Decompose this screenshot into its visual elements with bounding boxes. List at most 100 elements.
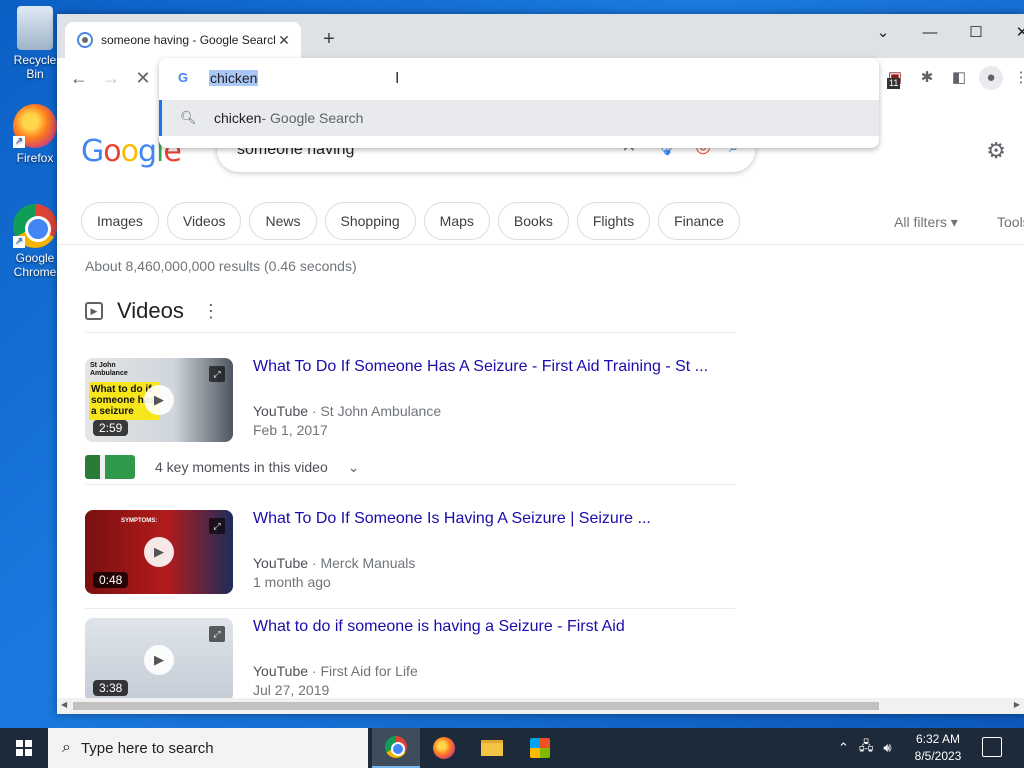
logo-letter: G <box>81 134 104 169</box>
settings-gear-icon[interactable]: ⚙ <box>986 138 1006 164</box>
shortcut-arrow-icon: ↗ <box>13 236 25 248</box>
extension-badge-count: 11 <box>887 78 901 89</box>
tab-google-search[interactable]: someone having - Google Search ✕ <box>65 22 301 58</box>
google-results-page: Google someone having ✕ 🎙︎ ◎ ⌕ ⚙ Images … <box>57 98 1024 702</box>
close-window-button[interactable]: ✕ <box>999 18 1024 48</box>
folder-icon <box>481 740 503 756</box>
minimize-button[interactable]: — <box>907 18 953 48</box>
side-panel-icon[interactable]: ◧ <box>947 66 971 90</box>
play-icon: ▶ <box>144 645 174 675</box>
profile-avatar-icon[interactable]: ● <box>979 66 1003 90</box>
key-moments-thumbnails <box>85 455 135 479</box>
menu-kebab-icon[interactable]: ⋮ <box>1009 66 1024 90</box>
tab-title: someone having - Google Search <box>101 33 275 47</box>
chip-shopping[interactable]: Shopping <box>324 202 416 240</box>
loading-favicon-icon <box>77 32 93 48</box>
volume-icon[interactable]: 🔊︎ <box>883 740 891 756</box>
expand-icon: ⤢ <box>209 626 225 642</box>
network-icon[interactable]: 🖧︎ <box>859 737 874 759</box>
taskbar-file-explorer[interactable] <box>468 728 516 768</box>
dropdown-arrow-icon: ▾ <box>950 214 958 230</box>
taskbar-chrome[interactable] <box>372 728 420 768</box>
start-button[interactable] <box>0 728 48 768</box>
extensions-puzzle-icon[interactable]: ✱ <box>915 66 939 90</box>
thumbnail-brand: St John Ambulance <box>90 362 128 377</box>
video-result: SYMPTOMS: ▶ ⤢ 0:48 What To Do If Someone… <box>85 510 735 594</box>
video-date: Jul 27, 2019 <box>253 682 330 698</box>
video-title-link[interactable]: What to do if someone is having a Seizur… <box>253 618 625 636</box>
video-site: YouTube <box>253 663 309 679</box>
expand-icon: ⤢ <box>209 518 225 534</box>
video-duration: 0:48 <box>93 572 129 588</box>
video-channel: Merck Manuals <box>320 555 416 571</box>
shortcut-arrow-icon: ↗ <box>13 136 25 148</box>
scrollbar-thumb[interactable] <box>73 702 879 710</box>
horizontal-scrollbar[interactable]: ◀ ▶ <box>57 698 1024 714</box>
system-tray: ⌃ 🖧︎ 🔊︎ <box>838 728 892 768</box>
clock-date: 8/5/2023 <box>914 749 962 763</box>
all-filters-button[interactable]: All filters ▾ <box>894 214 958 231</box>
text-cursor-icon: I <box>395 70 400 87</box>
tab-search-button[interactable]: ⌄ <box>860 18 906 48</box>
chip-images[interactable]: Images <box>81 202 159 240</box>
address-input[interactable]: chicken <box>209 70 259 86</box>
taskbar-search-box[interactable]: ⌕ Type here to search <box>48 728 368 768</box>
stop-loading-button[interactable]: ✕ <box>131 66 155 90</box>
back-button[interactable]: ← <box>67 66 91 90</box>
video-play-icon: ▶ <box>85 302 103 320</box>
chrome-icon <box>385 736 407 758</box>
address-bar[interactable]: G chicken I <box>159 58 879 98</box>
tools-button[interactable]: Tools <box>997 214 1024 230</box>
new-tab-button[interactable]: + <box>317 28 341 52</box>
firefox-icon: ↗ <box>13 104 57 148</box>
result-divider <box>85 484 735 485</box>
google-g-icon: G <box>177 70 189 85</box>
windows-logo-icon <box>16 740 32 756</box>
chevron-down-icon: ⌄ <box>347 458 360 475</box>
chip-flights[interactable]: Flights <box>576 202 651 240</box>
search-icon: ⌕ <box>62 739 71 756</box>
logo-letter: o <box>103 134 121 169</box>
more-options-icon[interactable]: ⋮ <box>202 301 220 322</box>
video-result: ▶ ⤢ 3:38 What to do if someone is having… <box>85 618 735 702</box>
video-thumbnail[interactable]: St John Ambulance What to do if someone … <box>85 358 233 442</box>
maximize-button[interactable]: ☐ <box>953 18 999 48</box>
chip-news[interactable]: News <box>249 202 317 240</box>
omnibox-dropdown: G chicken I 🔍︎ chicken - Google Search <box>159 58 879 148</box>
chip-finance[interactable]: Finance <box>658 202 740 240</box>
extension-badge-icon[interactable]: 11▣ <box>883 66 907 90</box>
suggestion-query: chicken <box>214 110 262 126</box>
video-thumbnail[interactable]: SYMPTOMS: ▶ ⤢ 0:48 <box>85 510 233 594</box>
taskbar-clock[interactable]: 6:32 AM 8/5/2023 <box>908 731 968 765</box>
video-channel: St John Ambulance <box>320 403 442 419</box>
video-title-link[interactable]: What To Do If Someone Is Having A Seizur… <box>253 510 651 528</box>
video-thumbnail[interactable]: ▶ ⤢ 3:38 <box>85 618 233 702</box>
tab-strip: someone having - Google Search ✕ + ⌄ — ☐… <box>57 14 1024 58</box>
chip-videos[interactable]: Videos <box>166 202 242 240</box>
scroll-right-icon[interactable]: ▶ <box>1014 700 1020 709</box>
taskbar-store[interactable] <box>516 728 564 768</box>
chrome-window: someone having - Google Search ✕ + ⌄ — ☐… <box>57 14 1024 714</box>
video-date: Feb 1, 2017 <box>253 422 328 438</box>
omnibox-suggestion[interactable]: 🔍︎ chicken - Google Search <box>159 100 879 136</box>
videos-heading: Videos <box>117 298 184 323</box>
video-duration: 2:59 <box>93 420 129 436</box>
thumbnail-caption: SYMPTOMS: <box>121 518 158 524</box>
store-icon <box>530 738 550 758</box>
close-tab-icon[interactable]: ✕ <box>275 31 293 49</box>
video-duration: 3:38 <box>93 680 129 696</box>
forward-button[interactable]: → <box>99 66 123 90</box>
video-title-link[interactable]: What To Do If Someone Has A Seizure - Fi… <box>253 358 708 376</box>
taskbar-firefox[interactable] <box>420 728 468 768</box>
chevron-up-icon[interactable]: ⌃ <box>838 740 849 756</box>
scroll-left-icon[interactable]: ◀ <box>61 700 67 709</box>
all-filters-label: All filters <box>894 214 947 230</box>
chip-maps[interactable]: Maps <box>423 202 490 240</box>
video-result: St John Ambulance What to do if someone … <box>85 358 735 442</box>
firefox-icon <box>433 737 455 759</box>
result-divider <box>85 608 735 609</box>
chip-books[interactable]: Books <box>497 202 569 240</box>
key-moments-toggle[interactable]: 4 key moments in this video ⌄ <box>85 455 359 479</box>
notification-center-icon[interactable] <box>982 737 1002 757</box>
video-channel: First Aid for Life <box>320 663 418 679</box>
